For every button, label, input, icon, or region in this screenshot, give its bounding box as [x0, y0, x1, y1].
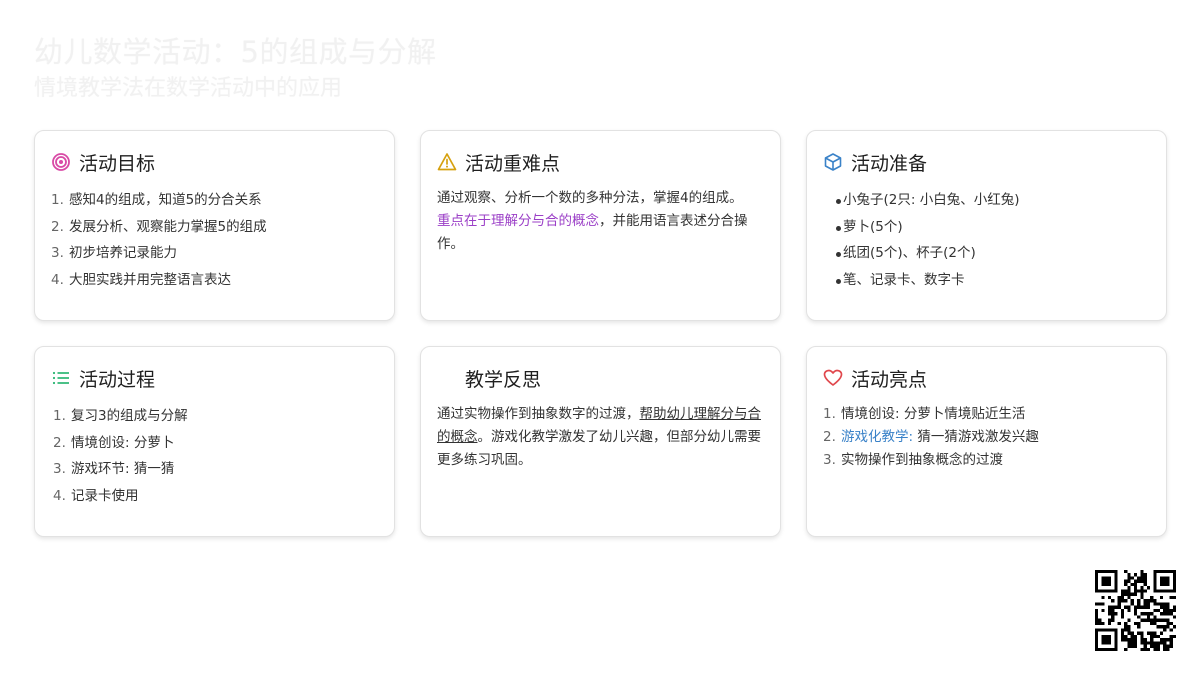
target-icon [51, 152, 71, 172]
list-item: 1. 感知4的组成，知道5的分合关系 [51, 192, 262, 208]
difficulty-highlight: 重点在于理解分与合的概念 [437, 213, 599, 229]
list-item: 1. 情境创设: 分萝卜情境贴近生活 [823, 406, 1026, 422]
card-title: 活动过程 [79, 368, 156, 391]
card-goals: 活动目标 1. 感知4的组成，知道5的分合关系 2. 发展分析、观察能力掌握5的组成… [34, 130, 395, 321]
goals-list: 1. 感知4的组成，知道5的分合关系 2. 发展分析、观察能力掌握5的组成 3. 初步… [51, 187, 378, 293]
list-item: 2. 发展分析、观察能力掌握5的组成 [51, 218, 267, 235]
prep-list: 小兔子(2只: 小白兔、小红兔) 萝卜(5个) 纸团(5个)、杯子(2个) 笔、… [807, 187, 1150, 293]
list-item: 3. 实物操作到抽象概念的过渡 [823, 452, 1003, 468]
card-process: 活动过程 1. 复习3的组成与分解 2. 情境创设: 分萝卜 3. 游戏环节: 猜一猜… [34, 346, 395, 537]
page-title: 幼儿数学活动：5的组成与分解 [34, 35, 437, 69]
list-item: 4. 大胆实践并用完整语言表达 [51, 271, 231, 288]
card-reflection: 教学反思 通过实物操作到抽象数字的过渡，帮助幼儿理解分与合的概念。游戏化教学激发… [420, 346, 781, 537]
page-subtitle: 情境教学法在数学活动中的应用 [34, 76, 343, 101]
difficulty-text: 通过观察、分析一个数的多种分法，掌握4的组成。 重点在于理解分与合的概念，并能用语… [437, 190, 748, 252]
warning-icon [437, 152, 457, 172]
highlights-list: 1. 情境创设: 分萝卜情境贴近生活 2. 游戏化教学: 猜一猜游戏激发兴趣 3. 实… [823, 403, 1150, 472]
card-title: 活动亮点 [851, 368, 928, 391]
list-item: 2. 游戏化教学: 猜一猜游戏激发兴趣 [823, 429, 1039, 445]
card-title: 教学反思 [465, 368, 542, 391]
card-title: 活动重难点 [465, 152, 561, 175]
list-item: 3. 初步培养记录能力 [51, 245, 177, 261]
list-item: 小兔子(2只: 小白兔、小红兔) [836, 187, 1150, 214]
list-item: 笔、记录卡、数字卡 [836, 267, 1150, 294]
heart-icon [823, 368, 843, 388]
reflection-icon [437, 368, 457, 388]
list-item: 3. 游戏环节: 猜一猜 [53, 461, 175, 477]
list-item: 2. 情境创设: 分萝卜 [53, 434, 175, 451]
card-difficulty: 活动重难点 通过观察、分析一个数的多种分法，掌握4的组成。 重点在于理解分与合的概… [420, 130, 781, 321]
qr-code-icon [1095, 570, 1176, 651]
cube-icon [823, 152, 843, 172]
list-item: 萝卜(5个) [836, 214, 1150, 241]
process-list: 1. 复习3的组成与分解 2. 情境创设: 分萝卜 3. 游戏环节: 猜一猜 4. 记录… [51, 403, 378, 509]
card-title: 活动准备 [851, 152, 928, 175]
card-highlights: 活动亮点 1. 情境创设: 分萝卜情境贴近生活 2. 游戏化教学: 猜一猜游戏激发兴… [806, 346, 1167, 537]
card-title: 活动目标 [79, 152, 156, 175]
page-header: 幼儿数学活动：5的组成与分解 情境教学法在数学活动中的应用 [34, 30, 436, 104]
reflection-text: 通过实物操作到抽象数字的过渡，帮助幼儿理解分与合的概念。游戏化教学激发了幼儿兴趣… [437, 406, 761, 468]
list-item: 纸团(5个)、杯子(2个) [836, 240, 1150, 267]
list-item: 4. 记录卡使用 [53, 487, 139, 504]
list-icon [51, 368, 71, 388]
list-item: 1. 复习3的组成与分解 [53, 408, 188, 424]
card-preparation: 活动准备 小兔子(2只: 小白兔、小红兔) 萝卜(5个) 纸团(5个)、杯子(2… [806, 130, 1167, 321]
